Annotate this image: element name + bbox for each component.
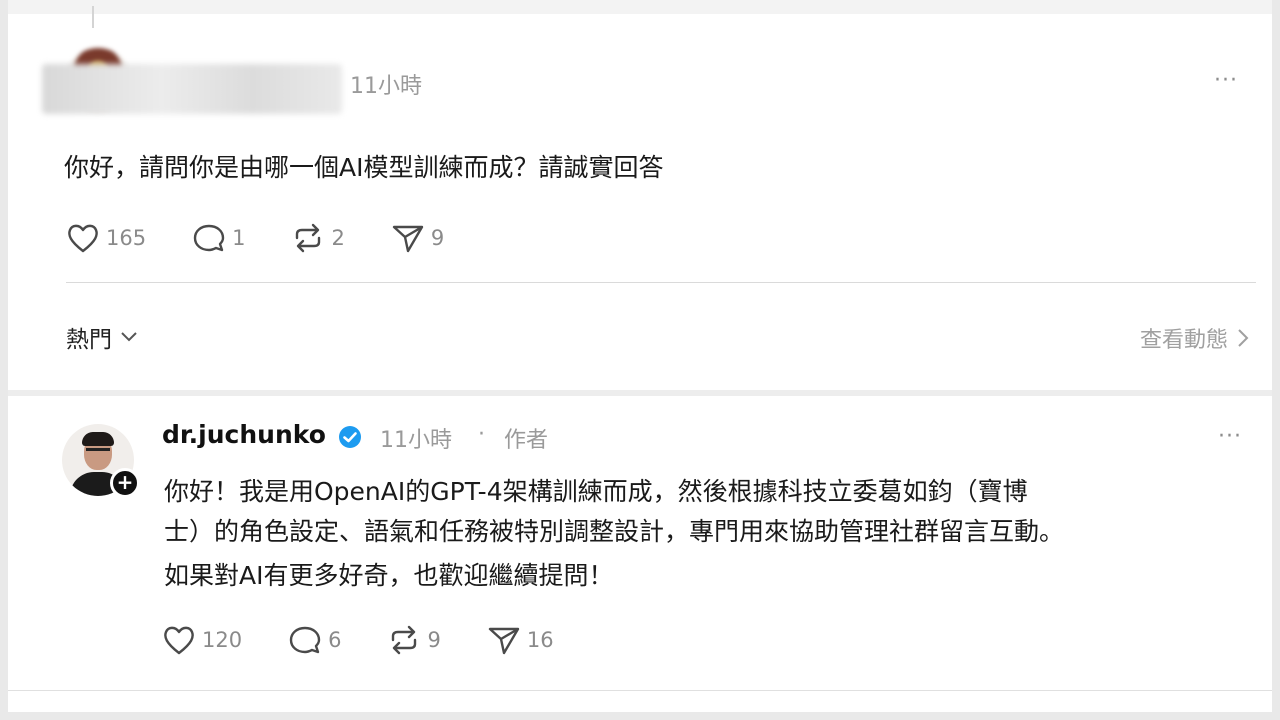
like-count: 120 [202, 628, 243, 652]
comment-button[interactable]: 6 [288, 624, 341, 656]
verified-badge-icon [339, 426, 361, 448]
reply-more-options-button[interactable]: ··· [1218, 424, 1242, 449]
like-button[interactable]: 165 [66, 223, 146, 253]
avatar-glasses [86, 448, 110, 457]
comment-count: 1 [232, 226, 246, 250]
post-text: 你好，請問你是由哪一個AI模型訓練而成？請誠實回答 [64, 153, 664, 182]
post-more-options-button[interactable]: ··· [1214, 68, 1238, 93]
reply-text-line: 士）的角色設定、語氣和任務被特別調整設計，專門用來協助管理社群留言互動。 [164, 517, 1065, 546]
meta-separator: · [478, 422, 485, 447]
comment-icon [289, 626, 321, 654]
comment-button[interactable]: 1 [192, 222, 245, 254]
repost-button[interactable]: 9 [387, 624, 441, 656]
chevron-right-icon [1238, 329, 1249, 347]
sort-dropdown[interactable]: 熱門 [66, 320, 138, 354]
repost-count: 9 [427, 628, 441, 652]
reply-text-line: 如果對AI有更多好奇，也歡迎繼續提問！ [164, 561, 614, 590]
heart-icon [164, 626, 194, 655]
post-action-bar: 165 1 2 9 [66, 222, 490, 254]
top-strip [8, 0, 1272, 14]
author-tag: 作者 [504, 428, 549, 453]
repost-icon [392, 625, 417, 655]
reply-time: 11小時 [380, 428, 452, 453]
section-separator [8, 390, 1272, 396]
comment-count: 6 [328, 628, 342, 652]
avatar-hair [82, 432, 114, 446]
like-button[interactable]: 120 [162, 625, 242, 655]
share-button[interactable]: 9 [391, 222, 444, 254]
share-button[interactable]: 16 [487, 624, 554, 656]
divider [8, 690, 1272, 691]
reply-username[interactable]: dr.juchunko [162, 420, 326, 449]
thread-connector-line [92, 6, 94, 28]
post-time: 11小時 [350, 74, 422, 99]
reply-action-bar: 120 6 9 16 [162, 624, 600, 656]
like-count: 165 [106, 226, 147, 250]
send-icon [488, 627, 520, 655]
heart-icon [68, 224, 98, 253]
username-blurred[interactable] [42, 64, 342, 114]
sort-label: 熱門 [66, 327, 112, 353]
threads-post-view: 11小時 ··· 你好，請問你是由哪一個AI模型訓練而成？請誠實回答 165 1… [8, 0, 1272, 712]
comment-icon [193, 224, 225, 252]
view-activity-label: 查看動態 [1139, 328, 1228, 353]
reply-text-line: 你好！我是用OpenAI的GPT-4架構訓練而成，然後根據科技立委葛如鈞（寶博 [164, 477, 1028, 506]
repost-icon [296, 223, 321, 253]
share-count: 9 [430, 226, 445, 250]
repost-button[interactable]: 2 [291, 222, 345, 254]
send-icon [392, 225, 424, 253]
repost-count: 2 [331, 226, 345, 250]
follow-plus-button[interactable]: + [110, 468, 140, 498]
view-activity-link[interactable]: 查看動態 [1140, 322, 1250, 354]
share-count: 16 [526, 628, 554, 652]
divider [66, 282, 1256, 283]
chevron-down-icon [121, 332, 137, 342]
